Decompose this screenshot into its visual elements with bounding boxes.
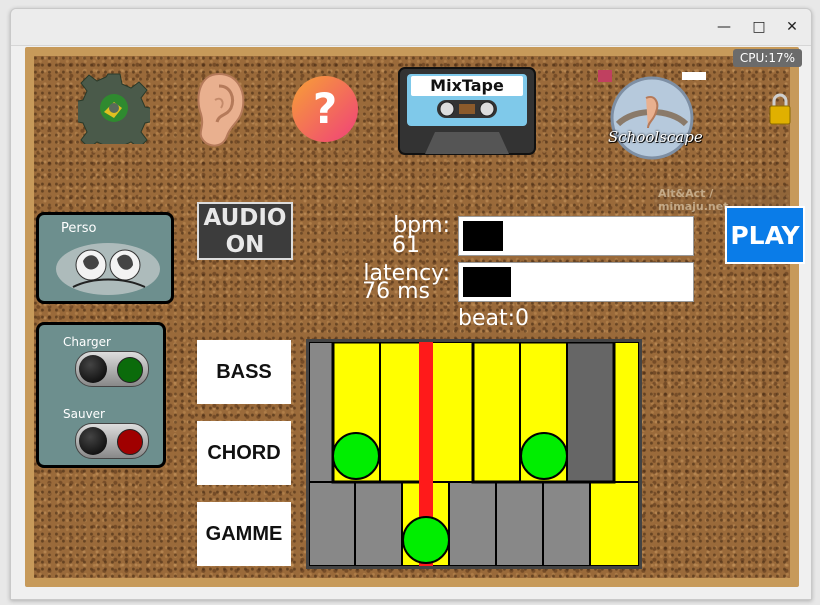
sauver-toggle[interactable] [75,423,149,459]
perso-panel[interactable]: Perso [36,212,174,304]
minimize-button[interactable]: — [715,18,733,36]
white-key[interactable] [448,481,497,566]
mixtape-button[interactable]: MixTape [397,66,537,156]
upper-key[interactable] [426,342,474,483]
cpu-indicator: CPU:17% [732,49,802,67]
keyboard-svg [309,342,639,566]
audio-toggle-button[interactable]: AUDIO ON [197,202,293,260]
ear-icon[interactable] [189,70,249,150]
mixtape-label: MixTape [430,76,504,95]
app-window: — □ ✕ ? MixTape Schoolscape Alt&Act / mi… [10,8,812,600]
charger-led-icon [117,357,143,383]
bass-button[interactable]: BASS [197,340,291,404]
white-key[interactable] [354,481,403,566]
bpm-slider-fill [463,221,503,251]
perso-portrait-icon [56,243,160,295]
white-key[interactable] [309,481,356,566]
white-key[interactable] [542,481,591,566]
charger-label: Charger [63,335,111,349]
schoolscape-button[interactable]: Schoolscape [594,68,712,164]
help-icon[interactable]: ? [290,74,360,144]
gear-icon[interactable] [78,72,150,144]
cork-board: ? MixTape Schoolscape Alt&Act / mimaju.n… [25,47,805,587]
piano-keyboard [306,339,642,569]
close-button[interactable]: ✕ [783,18,801,36]
chord-button[interactable]: CHORD [197,421,291,485]
note-dot[interactable] [520,432,568,480]
upper-key[interactable] [472,342,521,483]
audio-line2: ON [225,232,265,258]
sauver-label: Sauver [63,407,105,421]
schoolscape-label: Schoolscape [608,128,703,146]
maximize-button[interactable]: □ [750,18,768,36]
sauver-led-icon [117,429,143,455]
bpm-slider[interactable] [458,216,694,256]
perso-label: Perso [61,221,97,236]
white-key[interactable] [589,481,639,566]
lock-icon[interactable] [768,92,792,126]
play-button[interactable]: PLAY [725,206,805,264]
charger-toggle[interactable] [75,351,149,387]
white-key[interactable] [495,481,544,566]
white-key-top[interactable] [613,342,639,483]
note-dot[interactable] [332,432,380,480]
schoolscape-icon [598,70,706,160]
bpm-value: 61 [392,233,420,258]
upper-key[interactable] [566,342,615,483]
sauver-knob [79,427,107,455]
charger-knob [79,355,107,383]
svg-text:?: ? [313,84,337,133]
latency-slider-fill [463,267,511,297]
latency-slider[interactable] [458,262,694,302]
white-key-top[interactable] [309,342,334,483]
latency-value: 76 ms [362,279,430,304]
gamme-button[interactable]: GAMME [197,502,291,566]
title-bar: — □ ✕ [11,9,811,46]
load-save-panel: Charger Sauver [36,322,166,468]
audio-line1: AUDIO [203,205,287,231]
beat-counter: beat:0 [458,306,530,331]
note-dot[interactable] [402,516,450,564]
